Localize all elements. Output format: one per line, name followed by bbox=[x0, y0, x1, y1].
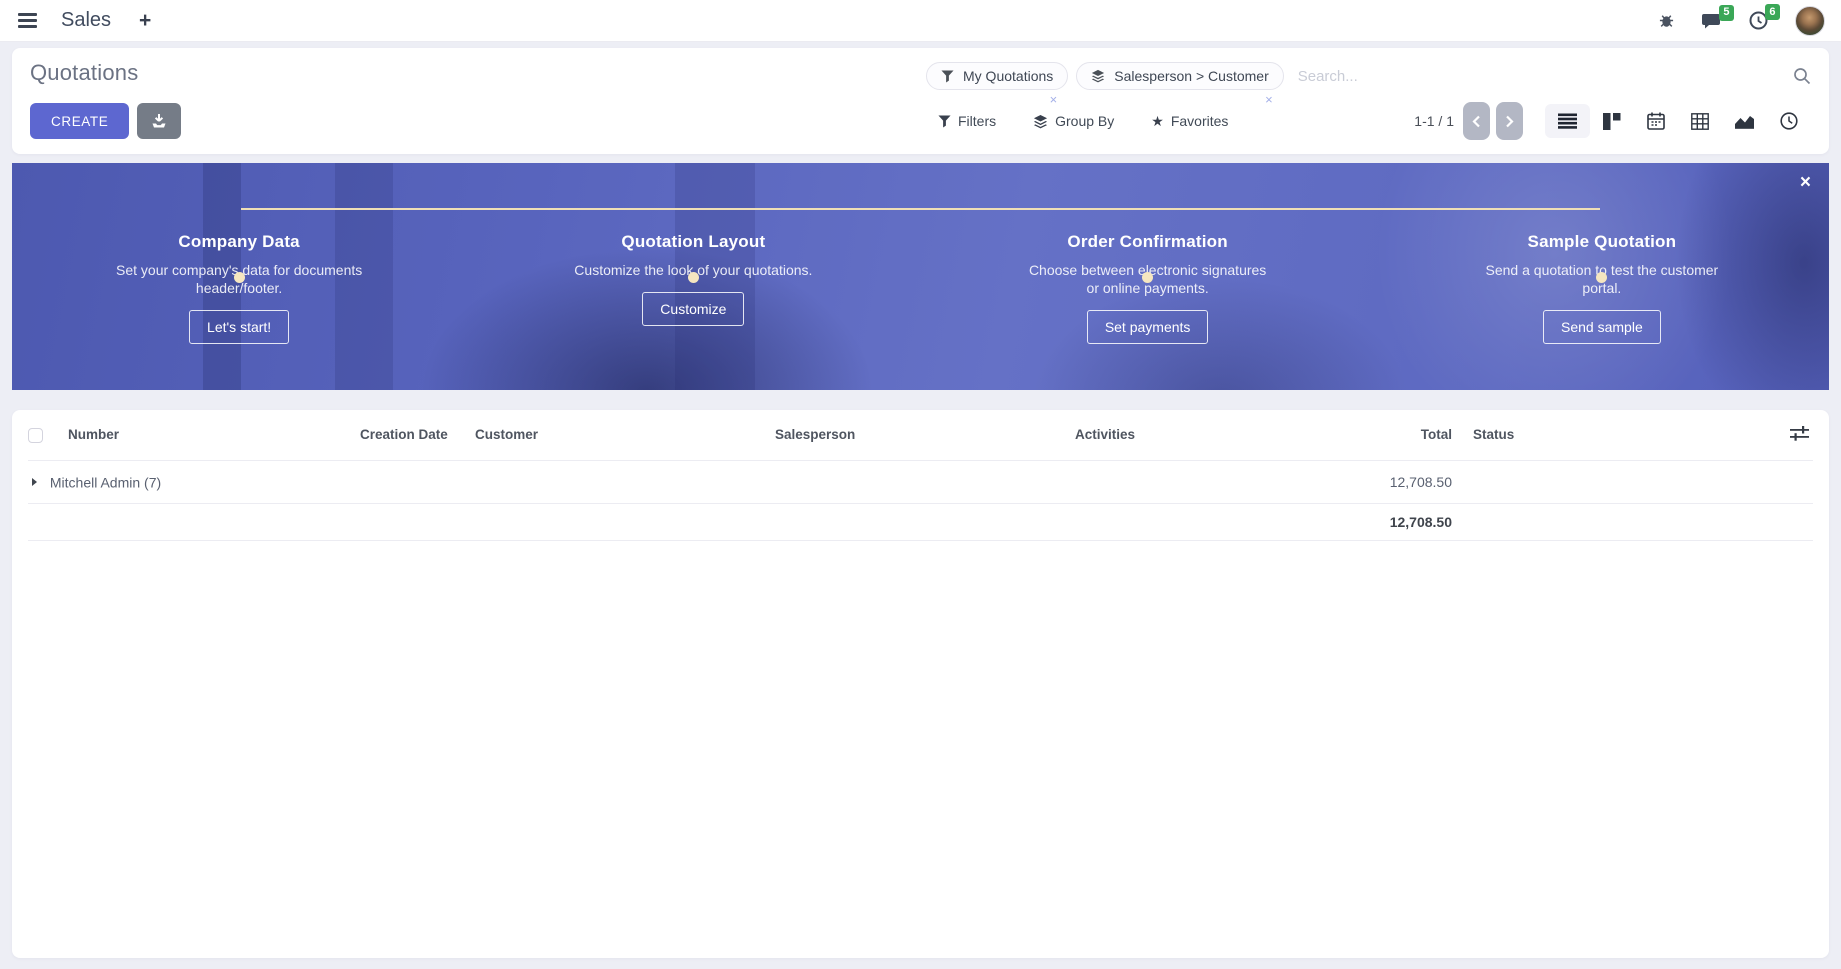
group-by-label: Group By bbox=[1055, 113, 1114, 129]
group-by-layers-icon bbox=[1091, 69, 1105, 83]
view-list-button[interactable] bbox=[1545, 104, 1590, 138]
column-header-activities[interactable]: Activities bbox=[1075, 410, 1375, 460]
list-view-icon bbox=[1558, 113, 1577, 129]
chevron-right-icon bbox=[1505, 115, 1514, 128]
search-bar[interactable]: My Quotations × Salesperson > Customer ×… bbox=[926, 60, 1811, 90]
messages-icon[interactable]: 5 bbox=[1702, 12, 1722, 30]
top-navbar: Sales + 5 6 bbox=[0, 0, 1841, 42]
page-title: Quotations bbox=[30, 60, 138, 86]
pager-value: 1-1 / 1 bbox=[1414, 113, 1454, 129]
calendar-view-icon bbox=[1647, 112, 1665, 130]
table-header-row: Number Creation Date Customer Salesperso… bbox=[28, 410, 1813, 460]
search-input[interactable]: Search... bbox=[1298, 68, 1793, 85]
group-by-layers-icon bbox=[1033, 114, 1048, 129]
filters-label: Filters bbox=[958, 113, 996, 129]
view-pivot-button[interactable] bbox=[1678, 104, 1722, 139]
step-title: Sample Quotation bbox=[1375, 232, 1829, 252]
table-footer-row: 12,708.50 bbox=[28, 503, 1813, 540]
onboarding-step-order-confirmation: Order Confirmation Choose between electr… bbox=[921, 232, 1375, 390]
activities-clock-icon[interactable]: 6 bbox=[1749, 11, 1768, 30]
column-header-number[interactable]: Number bbox=[68, 410, 360, 460]
optional-columns-icon[interactable] bbox=[1790, 426, 1809, 441]
view-kanban-button[interactable] bbox=[1590, 104, 1634, 139]
user-avatar[interactable] bbox=[1795, 6, 1825, 36]
download-icon bbox=[151, 113, 167, 129]
column-header-total[interactable]: Total bbox=[1375, 410, 1458, 460]
column-header-creation-date[interactable]: Creation Date bbox=[360, 410, 475, 460]
search-options: Filters Group By ★ Favorites bbox=[938, 113, 1228, 130]
column-header-status[interactable]: Status bbox=[1458, 410, 1778, 460]
group-total: 12,708.50 bbox=[1375, 460, 1458, 503]
chevron-left-icon bbox=[1472, 115, 1481, 128]
view-switcher bbox=[1545, 103, 1811, 139]
search-facet-my-quotations[interactable]: My Quotations × bbox=[926, 62, 1068, 90]
progress-dot bbox=[688, 272, 699, 283]
search-icon[interactable] bbox=[1793, 67, 1811, 85]
quotations-list: Number Creation Date Customer Salesperso… bbox=[12, 410, 1829, 958]
caret-right-icon bbox=[32, 478, 37, 486]
facet-label: My Quotations bbox=[963, 68, 1053, 84]
customize-button[interactable]: Customize bbox=[642, 292, 744, 326]
onboarding-banner: Company Data Set your company's data for… bbox=[12, 163, 1829, 390]
select-all-checkbox[interactable] bbox=[28, 428, 43, 443]
favorites-label: Favorites bbox=[1171, 113, 1229, 129]
group-row-mitchell-admin[interactable]: Mitchell Admin (7) 12,708.50 bbox=[28, 460, 1813, 503]
quotations-table: Number Creation Date Customer Salesperso… bbox=[28, 410, 1813, 541]
column-header-salesperson[interactable]: Salesperson bbox=[775, 410, 1075, 460]
send-sample-button[interactable]: Send sample bbox=[1543, 310, 1661, 344]
view-activity-button[interactable] bbox=[1767, 103, 1811, 139]
search-facet-groupby[interactable]: Salesperson > Customer × bbox=[1076, 62, 1283, 90]
group-label: Mitchell Admin (7) bbox=[50, 474, 161, 490]
apps-menu-icon[interactable] bbox=[16, 9, 39, 32]
onboarding-step-quotation-layout: Quotation Layout Customize the look of y… bbox=[466, 232, 920, 390]
activities-badge: 6 bbox=[1765, 4, 1780, 20]
onboarding-step-sample-quotation: Sample Quotation Send a quotation to tes… bbox=[1375, 232, 1829, 390]
close-icon[interactable]: × bbox=[1797, 170, 1814, 195]
control-panel: Quotations My Quotations × Salesperson >… bbox=[12, 48, 1829, 154]
graph-view-icon bbox=[1735, 113, 1754, 129]
column-header-customer[interactable]: Customer bbox=[475, 410, 775, 460]
group-by-dropdown[interactable]: Group By bbox=[1033, 113, 1114, 129]
facet-label: Salesperson > Customer bbox=[1114, 68, 1268, 84]
pager-next-button[interactable] bbox=[1496, 102, 1523, 140]
step-title: Order Confirmation bbox=[921, 232, 1375, 252]
export-button[interactable] bbox=[137, 103, 181, 139]
app-name[interactable]: Sales bbox=[61, 9, 111, 32]
filters-dropdown[interactable]: Filters bbox=[938, 113, 996, 129]
star-icon: ★ bbox=[1151, 113, 1164, 130]
set-payments-button[interactable]: Set payments bbox=[1087, 310, 1209, 344]
progress-dot bbox=[234, 272, 245, 283]
messages-badge: 5 bbox=[1719, 5, 1734, 21]
view-graph-button[interactable] bbox=[1722, 104, 1767, 138]
pivot-view-icon bbox=[1691, 113, 1709, 130]
filter-icon bbox=[941, 70, 954, 83]
step-title: Company Data bbox=[12, 232, 466, 252]
activity-view-icon bbox=[1780, 112, 1798, 130]
kanban-view-icon bbox=[1603, 113, 1621, 130]
step-title: Quotation Layout bbox=[466, 232, 920, 252]
filter-icon bbox=[938, 115, 951, 128]
pager-previous-button[interactable] bbox=[1463, 102, 1490, 140]
debug-bug-icon[interactable] bbox=[1658, 12, 1675, 29]
view-calendar-button[interactable] bbox=[1634, 103, 1678, 139]
create-button[interactable]: CREATE bbox=[30, 103, 129, 139]
onboarding-step-company-data: Company Data Set your company's data for… bbox=[12, 232, 466, 390]
footer-total: 12,708.50 bbox=[1375, 503, 1458, 540]
plus-icon[interactable]: + bbox=[139, 10, 151, 31]
lets-start-button[interactable]: Let's start! bbox=[189, 310, 289, 344]
favorites-dropdown[interactable]: ★ Favorites bbox=[1151, 113, 1228, 130]
